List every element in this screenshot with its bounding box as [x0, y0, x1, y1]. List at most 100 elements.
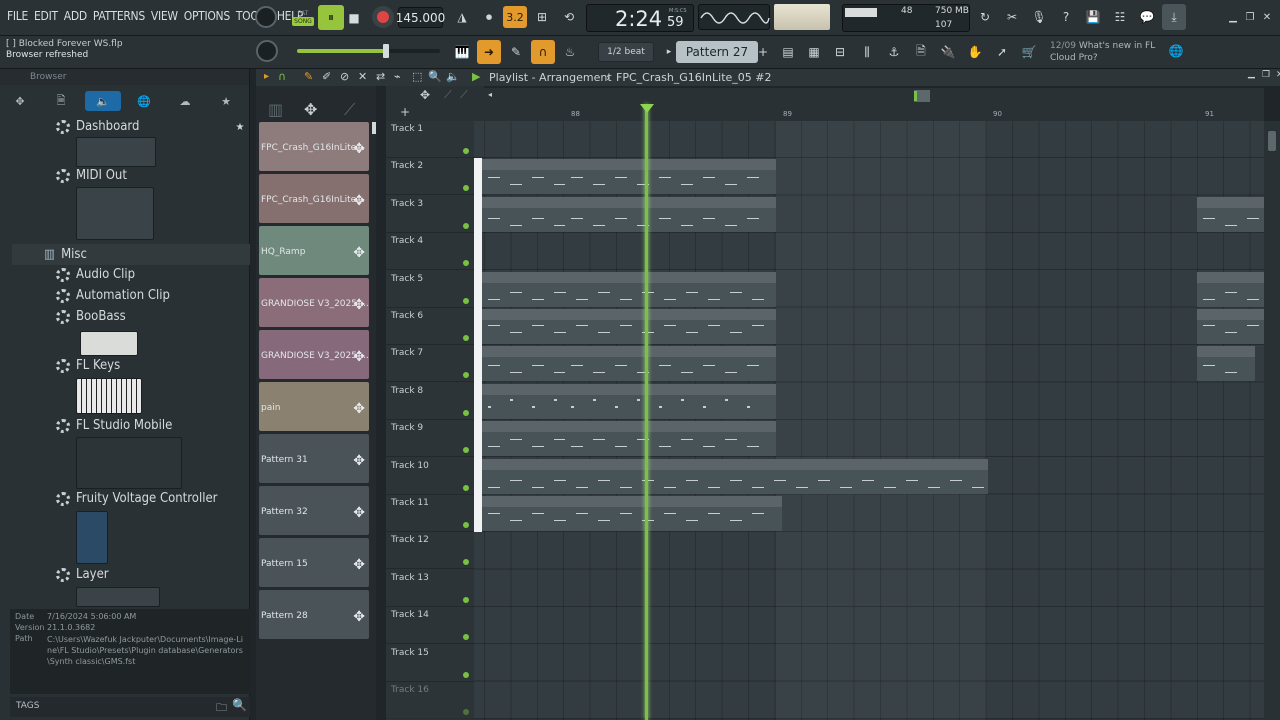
- pattern-clip[interactable]: GRANDIOSE V3_2025-... ✥: [259, 278, 369, 327]
- playlist-play-icon[interactable]: ▶: [472, 70, 480, 83]
- track-mute-icon[interactable]: [463, 409, 469, 416]
- track-mute-icon[interactable]: [463, 148, 469, 154]
- close-icon[interactable]: ✕: [1260, 10, 1274, 24]
- search-icon[interactable]: 🔍: [232, 698, 247, 712]
- tab-files-icon[interactable]: 🗎: [43, 91, 79, 111]
- record-button[interactable]: [372, 6, 394, 28]
- vertical-scrollbar[interactable]: [1264, 121, 1280, 720]
- menu-patterns[interactable]: PATTERNS: [90, 9, 148, 23]
- playlist-pattern-clip[interactable]: Pattern 10: [565, 383, 776, 419]
- horizontal-scrollbar[interactable]: ◂: [484, 88, 1264, 104]
- magnet-icon[interactable]: ∩: [531, 40, 555, 64]
- menu-file[interactable]: FILE: [4, 9, 31, 23]
- pattern-clip[interactable]: Pattern 28 ✥: [259, 590, 369, 639]
- pattern-clip[interactable]: Pattern 32 ✥: [259, 486, 369, 535]
- paint-tool-icon[interactable]: ✐: [322, 70, 331, 83]
- pattern-selector[interactable]: Pattern 27: [676, 41, 758, 63]
- playlist-pattern-clip[interactable]: Pattern 29: [565, 196, 776, 232]
- track-link-icon[interactable]: ⟋: [460, 88, 468, 102]
- playlist-menu-arrow-icon[interactable]: ▸: [264, 71, 269, 82]
- clip-move-icon[interactable]: ✥: [353, 245, 365, 261]
- master-volume-knob[interactable]: [255, 6, 277, 28]
- picker-edit-icon[interactable]: ⟋: [344, 100, 355, 120]
- browser-item-boobass[interactable]: BooBass: [56, 309, 126, 324]
- track-mute-icon[interactable]: [463, 596, 469, 603]
- playhead[interactable]: [645, 104, 648, 720]
- browser-folder-misc[interactable]: ▥ Misc: [12, 244, 250, 265]
- playback-tool-icon[interactable]: 🔈: [446, 70, 460, 83]
- track-header[interactable]: Track 6: [386, 308, 474, 345]
- pattern-clip[interactable]: GRANDIOSE V3_2025-... ✥: [259, 330, 369, 379]
- add-track-icon[interactable]: +: [400, 105, 410, 119]
- playlist-pattern-clip[interactable]: Pattern 3: [565, 421, 776, 457]
- track-header[interactable]: Track 5: [386, 271, 474, 308]
- arrow-icon[interactable]: ➜: [477, 40, 501, 64]
- playlist-pattern-clip[interactable]: Pattern 11: [1197, 346, 1255, 382]
- stop-button[interactable]: ■: [345, 5, 363, 30]
- track-mute-icon[interactable]: [463, 671, 469, 678]
- playlist-pattern-clip[interactable]: Pattern 19: [482, 496, 782, 531]
- mixer-view-icon[interactable]: ⫼: [856, 40, 878, 64]
- track-mute-icon[interactable]: [463, 709, 469, 715]
- snap-selector[interactable]: 1/2 beat: [598, 42, 654, 62]
- wait-input-icon[interactable]: ⏺: [477, 6, 501, 28]
- project-icon[interactable]: 🗎: [910, 40, 932, 64]
- cut-icon[interactable]: ✂: [1000, 6, 1024, 28]
- timeline-ruler[interactable]: 88 89 90 91: [474, 104, 1264, 121]
- track-header[interactable]: Track 4: [386, 233, 474, 271]
- track-mute-icon[interactable]: [463, 634, 469, 641]
- menu-add[interactable]: ADD: [61, 9, 90, 23]
- add-pattern-icon[interactable]: +: [757, 42, 769, 62]
- mic-icon[interactable]: 🎙: [1027, 6, 1051, 28]
- track-header[interactable]: Track 2: [386, 158, 474, 196]
- track-mute-icon[interactable]: [463, 522, 469, 528]
- pattern-clip[interactable]: pain ✥: [259, 382, 369, 431]
- tab-plugins-icon[interactable]: 🔈: [85, 91, 121, 111]
- playlist-pattern-clip[interactable]: Pattern 21: [1197, 271, 1264, 307]
- pattern-clip[interactable]: HQ_Ramp ✥: [259, 226, 369, 275]
- favorite-star-icon[interactable]: ★: [234, 121, 246, 133]
- playlist-pattern-clip[interactable]: Pattern 29: [482, 196, 565, 232]
- track-header[interactable]: Track 13: [386, 570, 474, 607]
- step-edit-icon[interactable]: ⊞: [530, 6, 554, 28]
- draw-tool-icon[interactable]: ✎: [304, 70, 313, 83]
- download-icon[interactable]: ⤓: [1162, 4, 1186, 30]
- loop-record-icon[interactable]: ⟲: [557, 6, 581, 28]
- menu-options[interactable]: OPTIONS: [181, 9, 233, 23]
- playlist-restore-icon[interactable]: ❐: [1262, 70, 1270, 80]
- mixer-icon[interactable]: ☷: [1108, 6, 1132, 28]
- minimize-icon[interactable]: ▁: [1226, 10, 1240, 24]
- tab-cloud-icon[interactable]: ☁: [167, 91, 203, 111]
- slice-tool-icon[interactable]: ⌁: [394, 70, 401, 83]
- track-edit-icon[interactable]: ⟋: [444, 88, 452, 102]
- tags-bar[interactable]: TAGS 🗀 🔍: [10, 697, 250, 717]
- stamp-icon[interactable]: ♨: [558, 40, 582, 64]
- clip-move-icon[interactable]: ✥: [353, 557, 365, 573]
- track-mute-icon[interactable]: [463, 559, 469, 566]
- metronome-icon[interactable]: ◮: [450, 6, 474, 28]
- zoom-tool-icon[interactable]: 🔍: [428, 70, 442, 83]
- tag-folder-icon[interactable]: 🗀: [216, 699, 227, 718]
- clip-move-icon[interactable]: ✥: [353, 349, 365, 365]
- track-all-icon[interactable]: ✥: [420, 88, 430, 102]
- playlist-pattern-clip[interactable]: Pattern 7: [482, 159, 565, 195]
- browser-view-icon[interactable]: ⚓: [883, 40, 905, 64]
- pattern-clip[interactable]: FPC_Crash_G16InLite... ✥: [259, 174, 369, 223]
- piano-icon[interactable]: 🎹: [450, 40, 474, 64]
- plugin-icon[interactable]: 🔌: [937, 40, 959, 64]
- mute-tool-icon[interactable]: ✕: [358, 70, 367, 83]
- tab-favorites-icon[interactable]: ★: [208, 91, 244, 111]
- track-mute-icon[interactable]: [463, 222, 469, 229]
- track-header[interactable]: Track 8: [386, 383, 474, 420]
- track-mute-icon[interactable]: [463, 185, 469, 192]
- track-header[interactable]: Track 12: [386, 532, 474, 570]
- help-icon[interactable]: ?: [1054, 6, 1078, 28]
- shop-icon[interactable]: 🛒: [1018, 40, 1040, 64]
- track-header[interactable]: Track 9: [386, 420, 474, 458]
- playlist-pattern-clip[interactable]: Pattern 17: [482, 458, 988, 494]
- browser-item-midi-out[interactable]: MIDI Out: [56, 168, 127, 183]
- track-mute-icon[interactable]: [463, 335, 469, 341]
- browser-item-fl-keys[interactable]: FL Keys: [56, 358, 120, 373]
- playlist-grid[interactable]: Pattern 7 Pattern 8 Pattern 29 Pattern 29 Pa…: [474, 121, 1264, 720]
- pattern-clip[interactable]: Pattern 31 ✥: [259, 434, 369, 483]
